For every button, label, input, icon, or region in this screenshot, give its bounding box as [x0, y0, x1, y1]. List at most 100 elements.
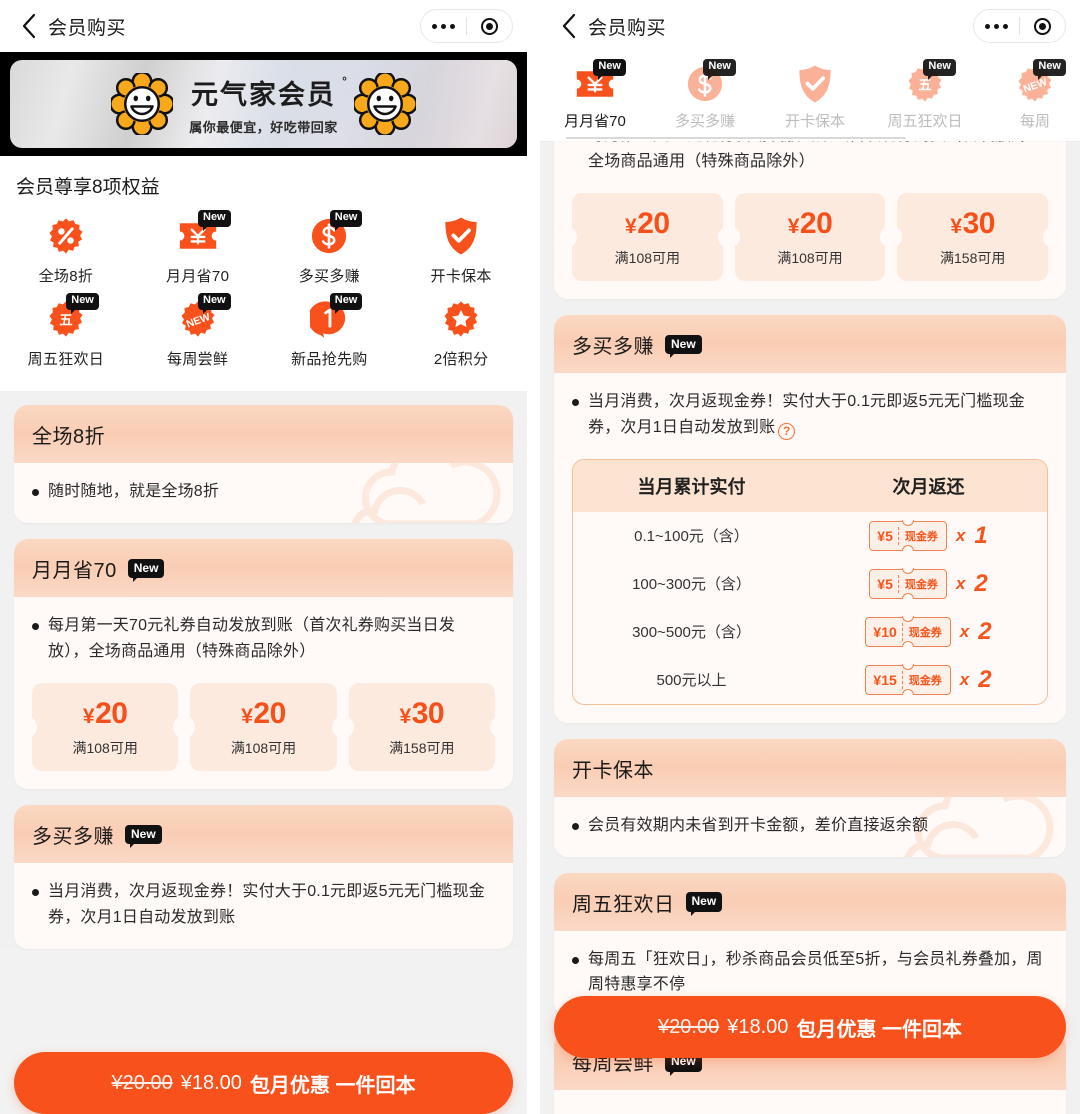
new-badge: New: [66, 293, 99, 314]
card-title: 多买多赚: [32, 825, 114, 848]
benefits-section: 会员尊享8项权益 全场8折 New 月月省70 New 多买多赚 开卡保本 五 …: [0, 156, 527, 391]
mini-coupon-value: ¥10: [873, 623, 897, 640]
multiply-sign: x: [959, 669, 970, 689]
left-content-scroll[interactable]: 全场8折 随时随地，就是全场8折 月月省70 New 每月第一天70元礼券自动发…: [0, 391, 527, 949]
more-dots-icon[interactable]: [974, 23, 1019, 29]
question-mark-icon[interactable]: ?: [778, 422, 796, 440]
tab-kaikabaoben[interactable]: 开卡保本: [760, 62, 870, 141]
currency-symbol: ¥: [241, 704, 253, 728]
card-bullet-text: 随时随地，就是全场8折: [32, 479, 495, 505]
card-title: 全场8折: [32, 426, 106, 448]
coupon-value: 20: [637, 206, 670, 240]
coupon-row: ¥20 满108可用 ¥20 满108可用 ¥30 满158可用: [572, 192, 1049, 281]
card-title: 多买多赚: [572, 335, 654, 358]
benefits-section-title: 会员尊享8项权益: [16, 177, 160, 198]
tab-scroll-indicator[interactable]: [566, 137, 906, 139]
card-bullet-text: 会员有效期内未省到开卡金额，差价直接返余额: [572, 813, 1048, 839]
coupon-condition: 满158可用: [940, 249, 1006, 266]
benefit-label: 多买多赚: [298, 268, 360, 285]
reward-count: 1: [974, 521, 988, 549]
card-body: 当月消费，次月返现金券！实付大于0.1元即返5元无门槛现金券，次月1日自动发放到…: [14, 862, 513, 949]
shield-check-icon: [788, 62, 842, 106]
left-phone-panel: 会员购买 元气家会员 ° 属你最便宜，好吃带回家 会员尊享8项权益 全场8折 N…: [0, 0, 527, 1114]
tab-duomaiduozhuan[interactable]: New 多买多赚: [650, 59, 760, 141]
card-bullet-text: 每月第一天70元礼券自动发放到账（首次礼券购买当日发放），全场商品通用（特殊商品…: [32, 613, 495, 665]
benefit-item-kaikabaoben[interactable]: 开卡保本: [395, 213, 527, 286]
tab-meizhouchangxian[interactable]: NEW New 每周: [980, 59, 1080, 141]
membership-banner: 元气家会员 ° 属你最便宜，好吃带回家: [0, 52, 527, 156]
tab-label: 周五狂欢日: [887, 113, 963, 130]
benefit-item-quanchang8zhe[interactable]: 全场8折: [0, 213, 132, 286]
benefit-item-xinpinqiangxiangou[interactable]: New 新品抢先购: [264, 293, 396, 369]
target-circle-icon[interactable]: [467, 17, 512, 35]
card-header: 月月省70 New: [14, 538, 513, 597]
benefit-label: 月月省70: [166, 268, 230, 285]
benefit-item-meizhouchangxian[interactable]: NEW New 每周尝鲜: [132, 293, 264, 369]
smiling-flower-icon: [109, 71, 176, 137]
benefit-label: 2倍积分: [433, 351, 489, 368]
banner-degree-mark: °: [342, 73, 349, 88]
star-burst-icon: [432, 296, 490, 342]
coupon-amount: ¥20: [36, 697, 174, 731]
coupon-chip[interactable]: ¥20 满108可用: [572, 192, 723, 281]
table-row: 300~500元（含） ¥10 现金券 x 2: [573, 608, 1047, 656]
benefit-label: 开卡保本: [430, 268, 492, 285]
currency-symbol: ¥: [787, 214, 800, 238]
mini-coupon-label: 现金券: [904, 578, 938, 591]
tab-label: 多买多赚: [674, 113, 735, 130]
benefit-tab-bar[interactable]: New 月月省70 New 多买多赚 开卡保本 五 New 周五狂欢日 NEW …: [540, 52, 1080, 141]
new-badge: New: [923, 59, 956, 80]
coupon-chip[interactable]: ¥30 满158可用: [348, 682, 495, 771]
new-badge: New: [329, 293, 363, 314]
mini-coupon-icon: ¥5 现金券: [869, 520, 947, 551]
card-body: 随时随地，就是全场8折: [14, 463, 513, 523]
percent-burst-icon: [37, 213, 95, 259]
new-badge: New: [127, 558, 165, 583]
new-badge: New: [198, 293, 231, 314]
reward-count: 2: [978, 617, 992, 645]
right-navbar: 会员购买: [540, 0, 1080, 52]
coupon-chip[interactable]: ¥20 满108可用: [734, 192, 886, 281]
back-chevron-left-icon[interactable]: [554, 11, 584, 41]
target-circle-icon[interactable]: [1020, 17, 1065, 35]
benefit-item-zhouwukuanhuanri[interactable]: 五 New 周五狂欢日: [0, 293, 132, 369]
back-chevron-left-icon[interactable]: [14, 11, 44, 41]
benefit-label: 每周尝鲜: [167, 351, 229, 368]
current-price: ¥18.00: [727, 1015, 789, 1038]
bullet-text: 当月消费，次月返现金券！实付大于0.1元即返5元无门槛现金券，次月1日自动发放到…: [588, 392, 1025, 436]
subscribe-button[interactable]: ¥20.00 ¥18.00 包月优惠 一件回本: [554, 996, 1066, 1058]
yen-ticket-icon: New: [568, 59, 626, 106]
coupon-chip[interactable]: ¥30 满158可用: [897, 192, 1049, 281]
left-navbar: 会员购买: [0, 0, 527, 52]
multiply-sign: x: [955, 525, 966, 545]
coupon-amount: ¥30: [901, 207, 1044, 241]
coupon-amount: ¥20: [194, 697, 332, 731]
more-dots-icon[interactable]: [421, 23, 466, 29]
tab-yueyuesheng70[interactable]: New 月月省70: [540, 59, 650, 141]
subscribe-button[interactable]: ¥20.00 ¥18.00 包月优惠 一件回本: [14, 1052, 513, 1114]
benefit-item-yueyuesheng70[interactable]: New 月月省70: [132, 210, 264, 286]
card-bullet-text: 当月消费，次月返现金券！实付大于0.1元即返5元无门槛现金券，次月1日自动发放到…: [572, 389, 1048, 441]
coupon-chip[interactable]: ¥20 满108可用: [190, 682, 337, 771]
coupon-value: 30: [411, 696, 445, 730]
return-rules-table: 当月累计实付 次月返还 0.1~100元（含） ¥5 现金券 x 1 100~3…: [572, 458, 1048, 705]
right-content-scroll[interactable]: 月月省70 New 每月第一天70元礼券自动发放到账（首次礼券购买当日发放），全…: [540, 49, 1080, 1114]
multiply-sign: x: [959, 621, 970, 641]
original-price: ¥20.00: [658, 1015, 720, 1038]
card-title: 开卡保本: [572, 759, 654, 782]
original-price: ¥20.00: [111, 1071, 173, 1094]
benefit-card-earn: 多买多赚 New 当月消费，次月返现金券！实付大于0.1元即返5元无门槛现金券，…: [554, 314, 1066, 723]
benefit-label: 周五狂欢日: [27, 351, 105, 368]
banner-inner-card: 元气家会员 ° 属你最便宜，好吃带回家: [10, 60, 517, 148]
new-burst-icon: NEW New: [169, 293, 231, 342]
benefit-item-2beijifen[interactable]: 2倍积分: [395, 296, 527, 369]
tab-zhouwukuanhuanri[interactable]: 五 New 周五狂欢日: [870, 59, 980, 141]
svg-text:五: 五: [59, 313, 72, 328]
multiply-sign: x: [955, 573, 966, 593]
wechat-capsule: [420, 9, 513, 43]
benefit-item-duomaiduozhuan[interactable]: New 多买多赚: [264, 210, 396, 286]
tab-label: 月月省70: [564, 113, 626, 130]
new-badge: New: [703, 59, 736, 80]
coupon-chip[interactable]: ¥20 满108可用: [32, 682, 179, 771]
tab-label: 开卡保本: [784, 113, 845, 130]
